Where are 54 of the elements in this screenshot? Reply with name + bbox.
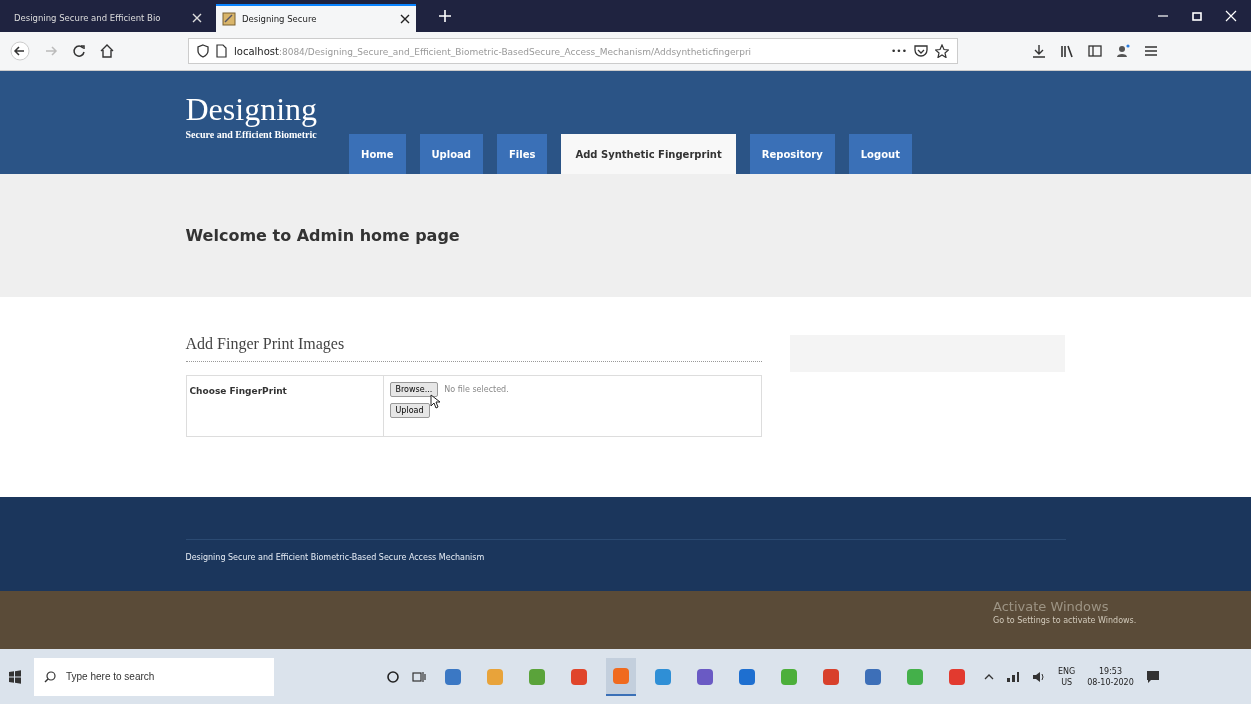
network-icon[interactable] [1006, 670, 1020, 683]
activation-title: Activate Windows [993, 599, 1110, 614]
activation-note: Go to Settings to activate Windows. [993, 616, 1138, 625]
section-heading: Add Finger Print Images [185, 335, 346, 353]
start-icon[interactable] [8, 669, 22, 684]
home-icon[interactable] [100, 44, 114, 58]
nav-tab[interactable]: Home [349, 134, 406, 174]
close-icon[interactable] [400, 14, 410, 24]
file-status: No file selected. [444, 385, 509, 394]
restore-icon[interactable] [1191, 10, 1203, 22]
browse-button[interactable]: Browse... [389, 382, 439, 397]
url-text: localhost:8084/Designing_Secure_and_Efficient_Biometric-BasedSecure_Access_Mechanism/Addsyntheticfingerpri [234, 45, 753, 57]
search-icon [44, 670, 56, 683]
browser-tab[interactable]: Designing Secure [216, 4, 416, 32]
page-icon [216, 44, 227, 58]
site-title: Designing [185, 93, 318, 125]
shield-icon [197, 44, 209, 58]
field-label: Choose FingerPrint [186, 376, 384, 436]
new-tab-icon[interactable] [438, 9, 452, 23]
account-icon[interactable] [1116, 44, 1130, 58]
reload-icon[interactable] [72, 44, 86, 58]
nav-tab[interactable]: Files [497, 134, 548, 174]
footer-text: Designing Secure and Efficient Biometric-Based Secure Access Mechanism [185, 553, 486, 562]
task-view-icon[interactable] [412, 669, 426, 684]
app-button[interactable] [606, 657, 636, 696]
upload-button[interactable]: Upload [389, 403, 430, 418]
region-code: US [1061, 676, 1073, 688]
speaker-icon[interactable] [1032, 670, 1046, 683]
sidebar-icon[interactable] [1088, 44, 1102, 58]
welcome-heading: Welcome to Admin home page [185, 226, 461, 245]
nav-tab[interactable]: Repository [749, 134, 835, 174]
page-icon [222, 12, 236, 26]
address-bar[interactable]: localhost:8084/Designing_Secure_and_Efficient_Biometric-BasedSecure_Access_Mechanism/Addsyntheticfingerpri ••• [188, 38, 958, 64]
notification-icon[interactable] [1145, 669, 1160, 684]
clock-date: 08-10-2020 [1087, 676, 1134, 688]
cursor-icon [429, 394, 440, 409]
menu-icon[interactable] [1144, 44, 1158, 58]
site-subtitle: Secure and Efficient Biometric [185, 129, 318, 140]
back-icon[interactable] [10, 41, 30, 61]
search-field[interactable]: Type here to search [34, 657, 274, 696]
library-icon[interactable] [1060, 44, 1074, 58]
nav-tab[interactable]: Logout [848, 134, 912, 174]
nav-tab[interactable]: Upload [419, 134, 483, 174]
nav-tab[interactable]: Add Synthetic Fingerprint [561, 134, 736, 174]
pocket-icon[interactable] [914, 44, 928, 58]
more-button[interactable]: ••• [891, 46, 907, 56]
cortana-icon[interactable] [386, 669, 400, 684]
browser-tab[interactable]: Designing Secure and Efficient Bio [8, 4, 208, 32]
tab-title: Designing Secure and Efficient Bio [14, 13, 162, 23]
download-icon[interactable] [1032, 44, 1046, 58]
tab-title: Designing Secure [242, 14, 318, 24]
star-icon[interactable] [935, 44, 949, 58]
language-code: ENG [1058, 665, 1076, 677]
clock-time: 19:53 [1098, 665, 1123, 677]
